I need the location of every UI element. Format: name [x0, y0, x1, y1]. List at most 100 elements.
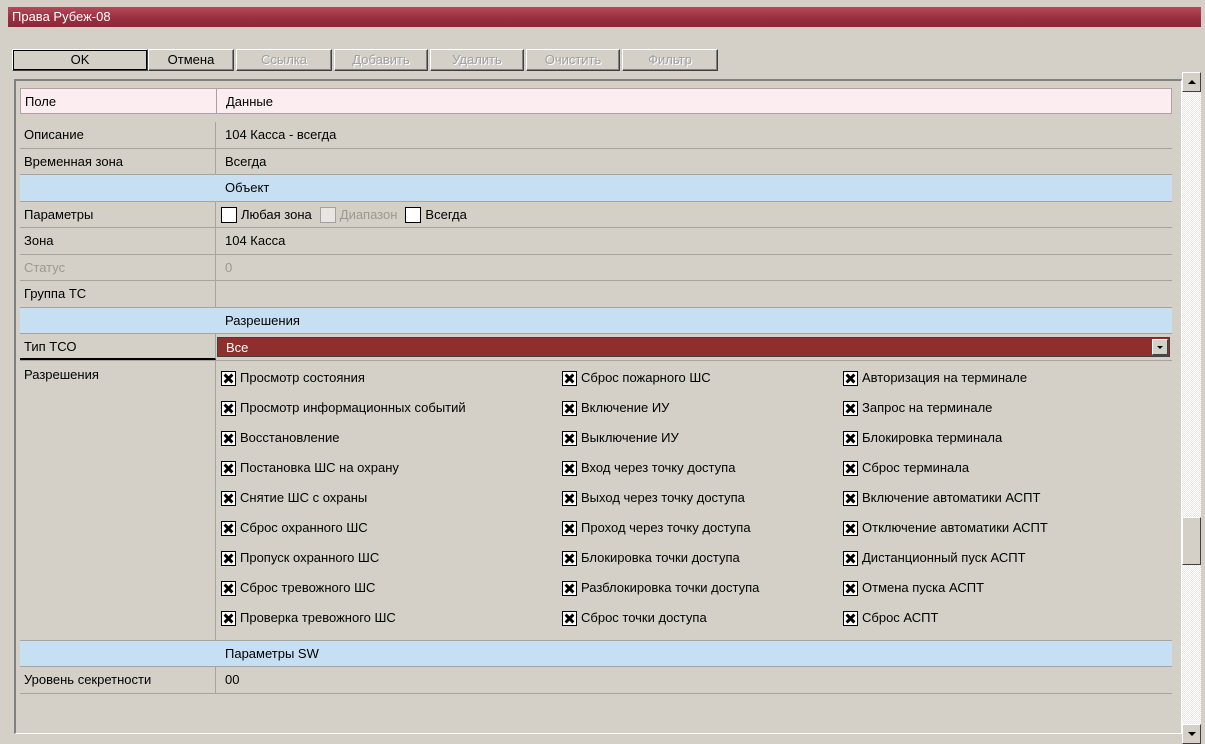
permission-checkbox[interactable]: Дистанционный пуск АСПТ — [843, 547, 1026, 569]
filter-button[interactable]: Фильтр — [622, 49, 718, 71]
secrecy-value[interactable]: 00 — [217, 667, 1172, 693]
checked-x-icon — [843, 370, 858, 386]
permission-checkbox[interactable]: Сброс точки доступа — [562, 607, 707, 629]
checkbox-box — [405, 206, 422, 223]
permission-checkbox[interactable]: Запрос на терминале — [843, 397, 992, 419]
checked-x-icon — [221, 430, 236, 446]
permission-checkbox[interactable]: Снятие ШС с охраны — [221, 487, 367, 509]
permission-checkbox[interactable]: Сброс пожарного ШС — [562, 367, 711, 389]
row-label: Описание — [20, 122, 216, 148]
permission-checkbox[interactable]: Вход через точку доступа — [562, 457, 735, 479]
permission-checkbox[interactable]: Постановка ШС на охрану — [221, 457, 399, 479]
add-button[interactable]: Добавить — [334, 49, 428, 71]
permission-checkbox[interactable]: Сброс охранного ШС — [221, 517, 368, 539]
always-checkbox[interactable]: Всегда — [405, 202, 467, 228]
permission-label: Авторизация на терминале — [862, 370, 1028, 385]
permission-checkbox[interactable]: Блокировка точки доступа — [562, 547, 740, 569]
grid-row-permissions: Разрешения Просмотр состояния Просмотр ин… — [20, 361, 1172, 641]
permission-label: Включение ИУ — [581, 400, 670, 415]
checked-x-icon — [221, 580, 236, 596]
permissions-checklist: Просмотр состояния Просмотр информационны… — [217, 361, 1172, 640]
checked-x-icon — [562, 520, 577, 536]
permission-label: Блокировка точки доступа — [581, 550, 740, 565]
permission-checkbox[interactable]: Восстановление — [221, 427, 339, 449]
checkbox-box — [319, 206, 336, 223]
checked-x-icon — [562, 370, 577, 386]
scroll-down-icon[interactable] — [1182, 724, 1201, 744]
permission-checkbox[interactable]: Просмотр информационных событий — [221, 397, 466, 419]
grid-row-tc-group[interactable]: Группа ТС — [20, 281, 1172, 308]
permission-label: Сброс АСПТ — [862, 610, 939, 625]
checked-x-icon — [843, 400, 858, 416]
permission-label: Дистанционный пуск АСПТ — [862, 550, 1026, 565]
checked-x-icon — [562, 430, 577, 446]
checked-x-icon — [221, 490, 236, 506]
any-zone-checkbox[interactable]: Любая зона — [221, 202, 312, 228]
checked-x-icon — [562, 610, 577, 626]
description-value[interactable]: 104 Касса - всегда — [217, 122, 1172, 148]
permission-checkbox[interactable]: Выход через точку доступа — [562, 487, 745, 509]
grid-row-description[interactable]: Описание 104 Касса - всегда — [20, 122, 1172, 149]
section-permissions: Разрешения — [20, 308, 1172, 334]
grid-row-params: Параметры Любая зона Диапазон Всегда — [20, 202, 1172, 228]
window-title: Права Рубеж-08 — [8, 7, 1201, 27]
tc-group-value[interactable] — [217, 281, 1172, 307]
cancel-button[interactable]: Отмена — [148, 49, 234, 71]
section-title: Параметры SW — [225, 646, 319, 661]
delete-button[interactable]: Удалить — [430, 49, 524, 71]
permission-checkbox[interactable]: Выключение ИУ — [562, 427, 679, 449]
permission-checkbox[interactable]: Включение автоматики АСПТ — [843, 487, 1040, 509]
permission-checkbox[interactable]: Проверка тревожного ШС — [221, 607, 396, 629]
permission-label: Проход через точку доступа — [581, 520, 751, 535]
row-label: Временная зона — [20, 149, 216, 174]
tso-type-select[interactable]: Все — [217, 337, 1170, 357]
zone-value[interactable]: 104 Касса — [217, 228, 1172, 254]
section-sw: Параметры SW — [20, 641, 1172, 667]
dropdown-arrow-icon[interactable] — [1152, 339, 1168, 355]
grid-row-time-zone[interactable]: Временная зона Всегда — [20, 149, 1172, 175]
permission-checkbox[interactable]: Отключение автоматики АСПТ — [843, 517, 1048, 539]
row-label: Статус — [20, 255, 216, 280]
permission-checkbox[interactable]: Авторизация на терминале — [843, 367, 1027, 389]
checked-x-icon — [843, 490, 858, 506]
scroll-thumb[interactable] — [1182, 517, 1201, 565]
permission-label: Постановка ШС на охрану — [240, 460, 399, 475]
permission-checkbox[interactable]: Пропуск охранного ШС — [221, 547, 379, 569]
permission-checkbox[interactable]: Просмотр состояния — [221, 367, 365, 389]
ok-button[interactable]: OK — [12, 49, 148, 71]
permission-label: Сброс пожарного ШС — [581, 370, 711, 385]
checked-x-icon — [221, 370, 236, 386]
toolbar: OK Отмена Ссылка Добавить Удалить Очисти… — [8, 27, 1201, 71]
permission-label: Вход через точку доступа — [581, 460, 736, 475]
permission-checkbox[interactable]: Отмена пуска АСПТ — [843, 577, 984, 599]
permission-label: Выключение ИУ — [581, 430, 679, 445]
permission-checkbox[interactable]: Проход через точку доступа — [562, 517, 751, 539]
vertical-scrollbar[interactable] — [1182, 72, 1201, 744]
grid-row-tso-type[interactable]: Тип ТСО Все — [20, 334, 1172, 361]
permission-label: Отмена пуска АСПТ — [862, 580, 985, 595]
status-value: 0 — [225, 260, 233, 275]
checked-x-icon — [843, 430, 858, 446]
link-button[interactable]: Ссылка — [236, 49, 332, 71]
range-checkbox[interactable]: Диапазон — [319, 202, 397, 228]
row-label: Зона — [20, 228, 216, 254]
permission-checkbox[interactable]: Разблокировка точки доступа — [562, 577, 759, 599]
permission-label: Сброс точки доступа — [581, 610, 707, 625]
permission-checkbox[interactable]: Сброс АСПТ — [843, 607, 938, 629]
scroll-up-icon[interactable] — [1182, 72, 1201, 92]
permission-checkbox[interactable]: Блокировка терминала — [843, 427, 1002, 449]
checked-x-icon — [562, 550, 577, 566]
permission-checkbox[interactable]: Сброс терминала — [843, 457, 969, 479]
section-title: Объект — [225, 180, 270, 195]
grid-row-zone[interactable]: Зона 104 Касса — [20, 228, 1172, 255]
time-zone-value[interactable]: Всегда — [217, 149, 1172, 174]
permission-checkbox[interactable]: Сброс тревожного ШС — [221, 577, 375, 599]
permission-label: Сброс терминала — [862, 460, 970, 475]
clear-button[interactable]: Очистить — [526, 49, 620, 71]
permission-checkbox[interactable]: Включение ИУ — [562, 397, 669, 419]
grid-header: Поле Данные — [20, 88, 1172, 114]
permission-label: Блокировка терминала — [862, 430, 1003, 445]
checked-x-icon — [562, 400, 577, 416]
grid-row-secrecy[interactable]: Уровень секретности 00 — [20, 667, 1172, 694]
checked-x-icon — [562, 580, 577, 596]
